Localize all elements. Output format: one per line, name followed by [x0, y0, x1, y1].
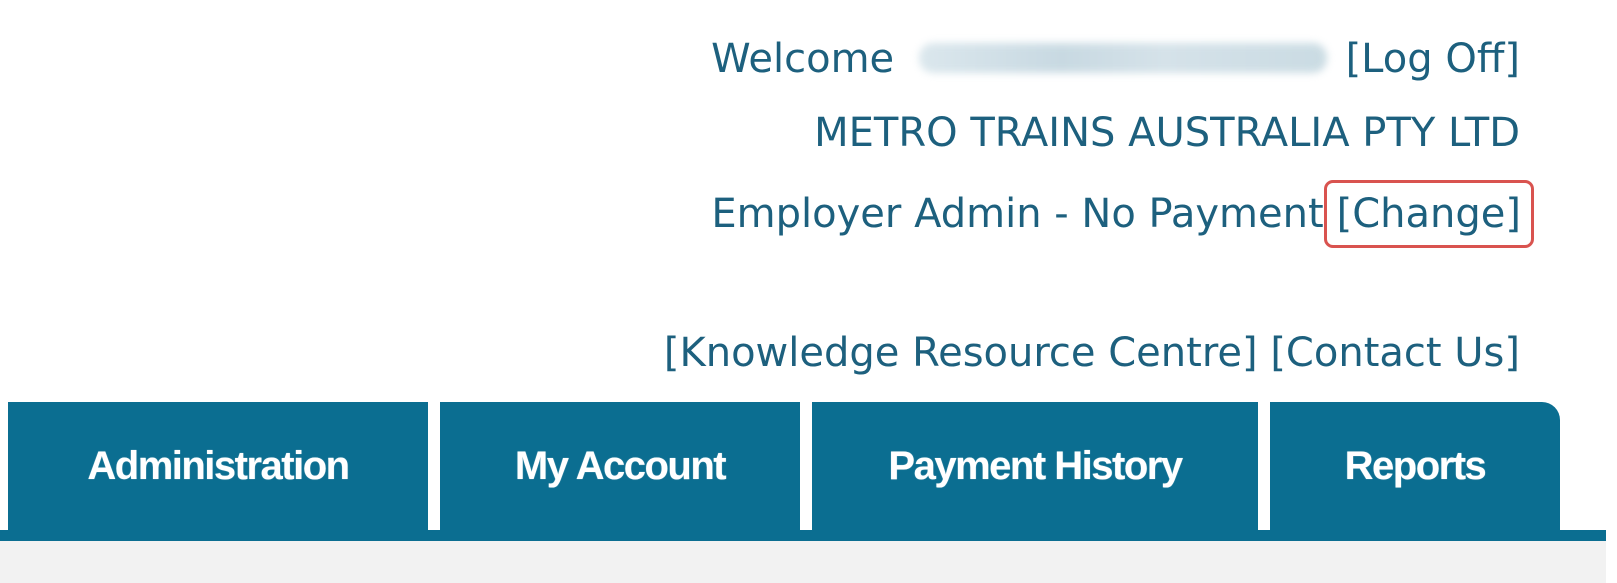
welcome-label: Welcome	[711, 36, 895, 82]
tab-payment-history[interactable]: Payment History	[812, 402, 1258, 530]
utility-links: [Knowledge Resource Centre] [Contact Us]	[664, 326, 1520, 380]
change-role-link[interactable]: [Change]	[1323, 180, 1534, 248]
tab-administration[interactable]: Administration	[8, 402, 428, 530]
welcome-line: Welcome [Log Off]	[711, 32, 1520, 86]
tab-my-account[interactable]: My Account	[440, 402, 800, 530]
role-line: Employer Admin - No Payment [Change]	[711, 180, 1534, 248]
knowledge-resource-centre-link[interactable]: [Knowledge Resource Centre]	[664, 330, 1258, 376]
content-area	[0, 541, 1606, 583]
log-off-link[interactable]: [Log Off]	[1346, 36, 1520, 82]
company-name: METRO TRAINS AUSTRALIA PTY LTD	[814, 110, 1520, 156]
main-nav-tabs: Administration My Account Payment Histor…	[8, 402, 1576, 530]
user-name-redacted	[918, 43, 1327, 73]
contact-us-link[interactable]: [Contact Us]	[1270, 330, 1520, 376]
role-label: Employer Admin - No Payment	[711, 191, 1324, 237]
tab-reports[interactable]: Reports	[1270, 402, 1560, 530]
tab-bar-underline	[0, 530, 1606, 541]
